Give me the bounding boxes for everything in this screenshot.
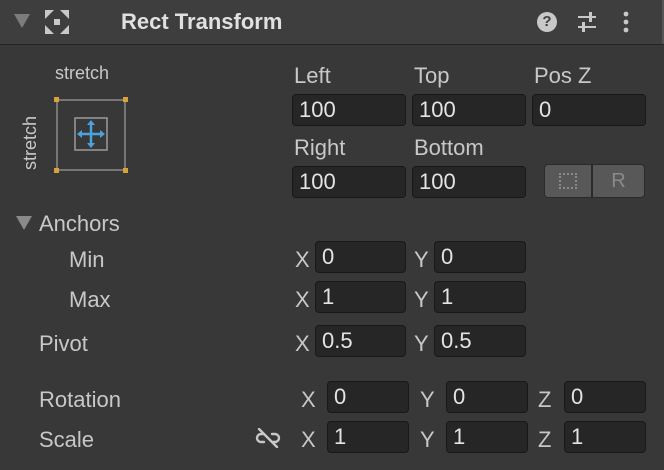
blueprint-mode-button[interactable]: [544, 164, 592, 198]
left-field[interactable]: 100: [292, 94, 406, 126]
scale-y-field[interactable]: 1: [446, 421, 528, 453]
rotation-label: Rotation: [39, 387, 121, 412]
left-label: Left: [294, 63, 331, 88]
right-field[interactable]: 100: [292, 166, 406, 198]
presets-icon[interactable]: [576, 11, 598, 38]
constrain-proportions-icon[interactable]: [255, 427, 281, 453]
right-label: Right: [294, 135, 346, 160]
scale-x-field[interactable]: 1: [327, 421, 409, 453]
scale-z-field[interactable]: 1: [564, 421, 646, 453]
top-field[interactable]: 100: [412, 94, 526, 126]
anchor-preset-button[interactable]: [54, 97, 128, 178]
rect-transform-icon: [44, 9, 70, 40]
context-menu-icon[interactable]: [622, 11, 630, 38]
pos-z-field[interactable]: 0: [532, 94, 646, 126]
anchor-min-label: Min: [69, 247, 105, 272]
rotation-y-field[interactable]: 0: [446, 381, 528, 413]
rotation-z-field[interactable]: 0: [564, 381, 646, 413]
anchor-max-y-label[interactable]: Y: [414, 287, 429, 313]
pivot-x-label[interactable]: X: [295, 331, 310, 357]
anchor-max-label: Max: [69, 287, 111, 312]
bottom-label: Bottom: [414, 135, 484, 160]
help-icon[interactable]: ?: [537, 12, 557, 32]
pivot-x-field[interactable]: 0.5: [315, 325, 406, 357]
foldout-arrow-icon[interactable]: [14, 14, 30, 28]
anchor-max-x-field[interactable]: 1: [315, 281, 406, 313]
pivot-y-label[interactable]: Y: [414, 331, 429, 357]
component-header: [0, 0, 664, 45]
anchor-min-x-label[interactable]: X: [295, 247, 310, 273]
rotation-y-label[interactable]: Y: [420, 387, 435, 413]
pivot-y-field[interactable]: 0.5: [434, 325, 526, 357]
top-label: Top: [414, 63, 450, 88]
scale-label: Scale: [39, 427, 95, 452]
rotation-z-label[interactable]: Z: [538, 387, 551, 413]
rotation-x-field[interactable]: 0: [327, 381, 409, 413]
anchor-min-y-label[interactable]: Y: [414, 247, 429, 273]
scale-x-label[interactable]: X: [301, 427, 316, 453]
pos-z-label: Pos Z: [534, 63, 592, 88]
anchor-min-x-field[interactable]: 0: [315, 241, 406, 273]
component-title: Rect Transform: [121, 9, 283, 34]
anchors-foldout-icon[interactable]: [16, 216, 32, 230]
rotation-x-label[interactable]: X: [301, 387, 316, 413]
anchor-horizontal-label: stretch: [55, 63, 110, 83]
anchors-label[interactable]: Anchors: [39, 211, 120, 237]
anchor-min-y-field[interactable]: 0: [434, 241, 526, 273]
scale-z-label[interactable]: Z: [538, 427, 551, 453]
anchor-vertical-label: stretch: [20, 115, 40, 170]
anchor-max-x-label[interactable]: X: [295, 287, 310, 313]
anchor-max-y-field[interactable]: 1: [434, 281, 526, 313]
blueprint-mode-icon: [559, 173, 577, 189]
scale-y-label[interactable]: Y: [420, 427, 435, 453]
bottom-field[interactable]: 100: [412, 166, 526, 198]
raw-edit-button[interactable]: R: [592, 164, 645, 198]
pivot-label: Pivot: [39, 331, 88, 356]
